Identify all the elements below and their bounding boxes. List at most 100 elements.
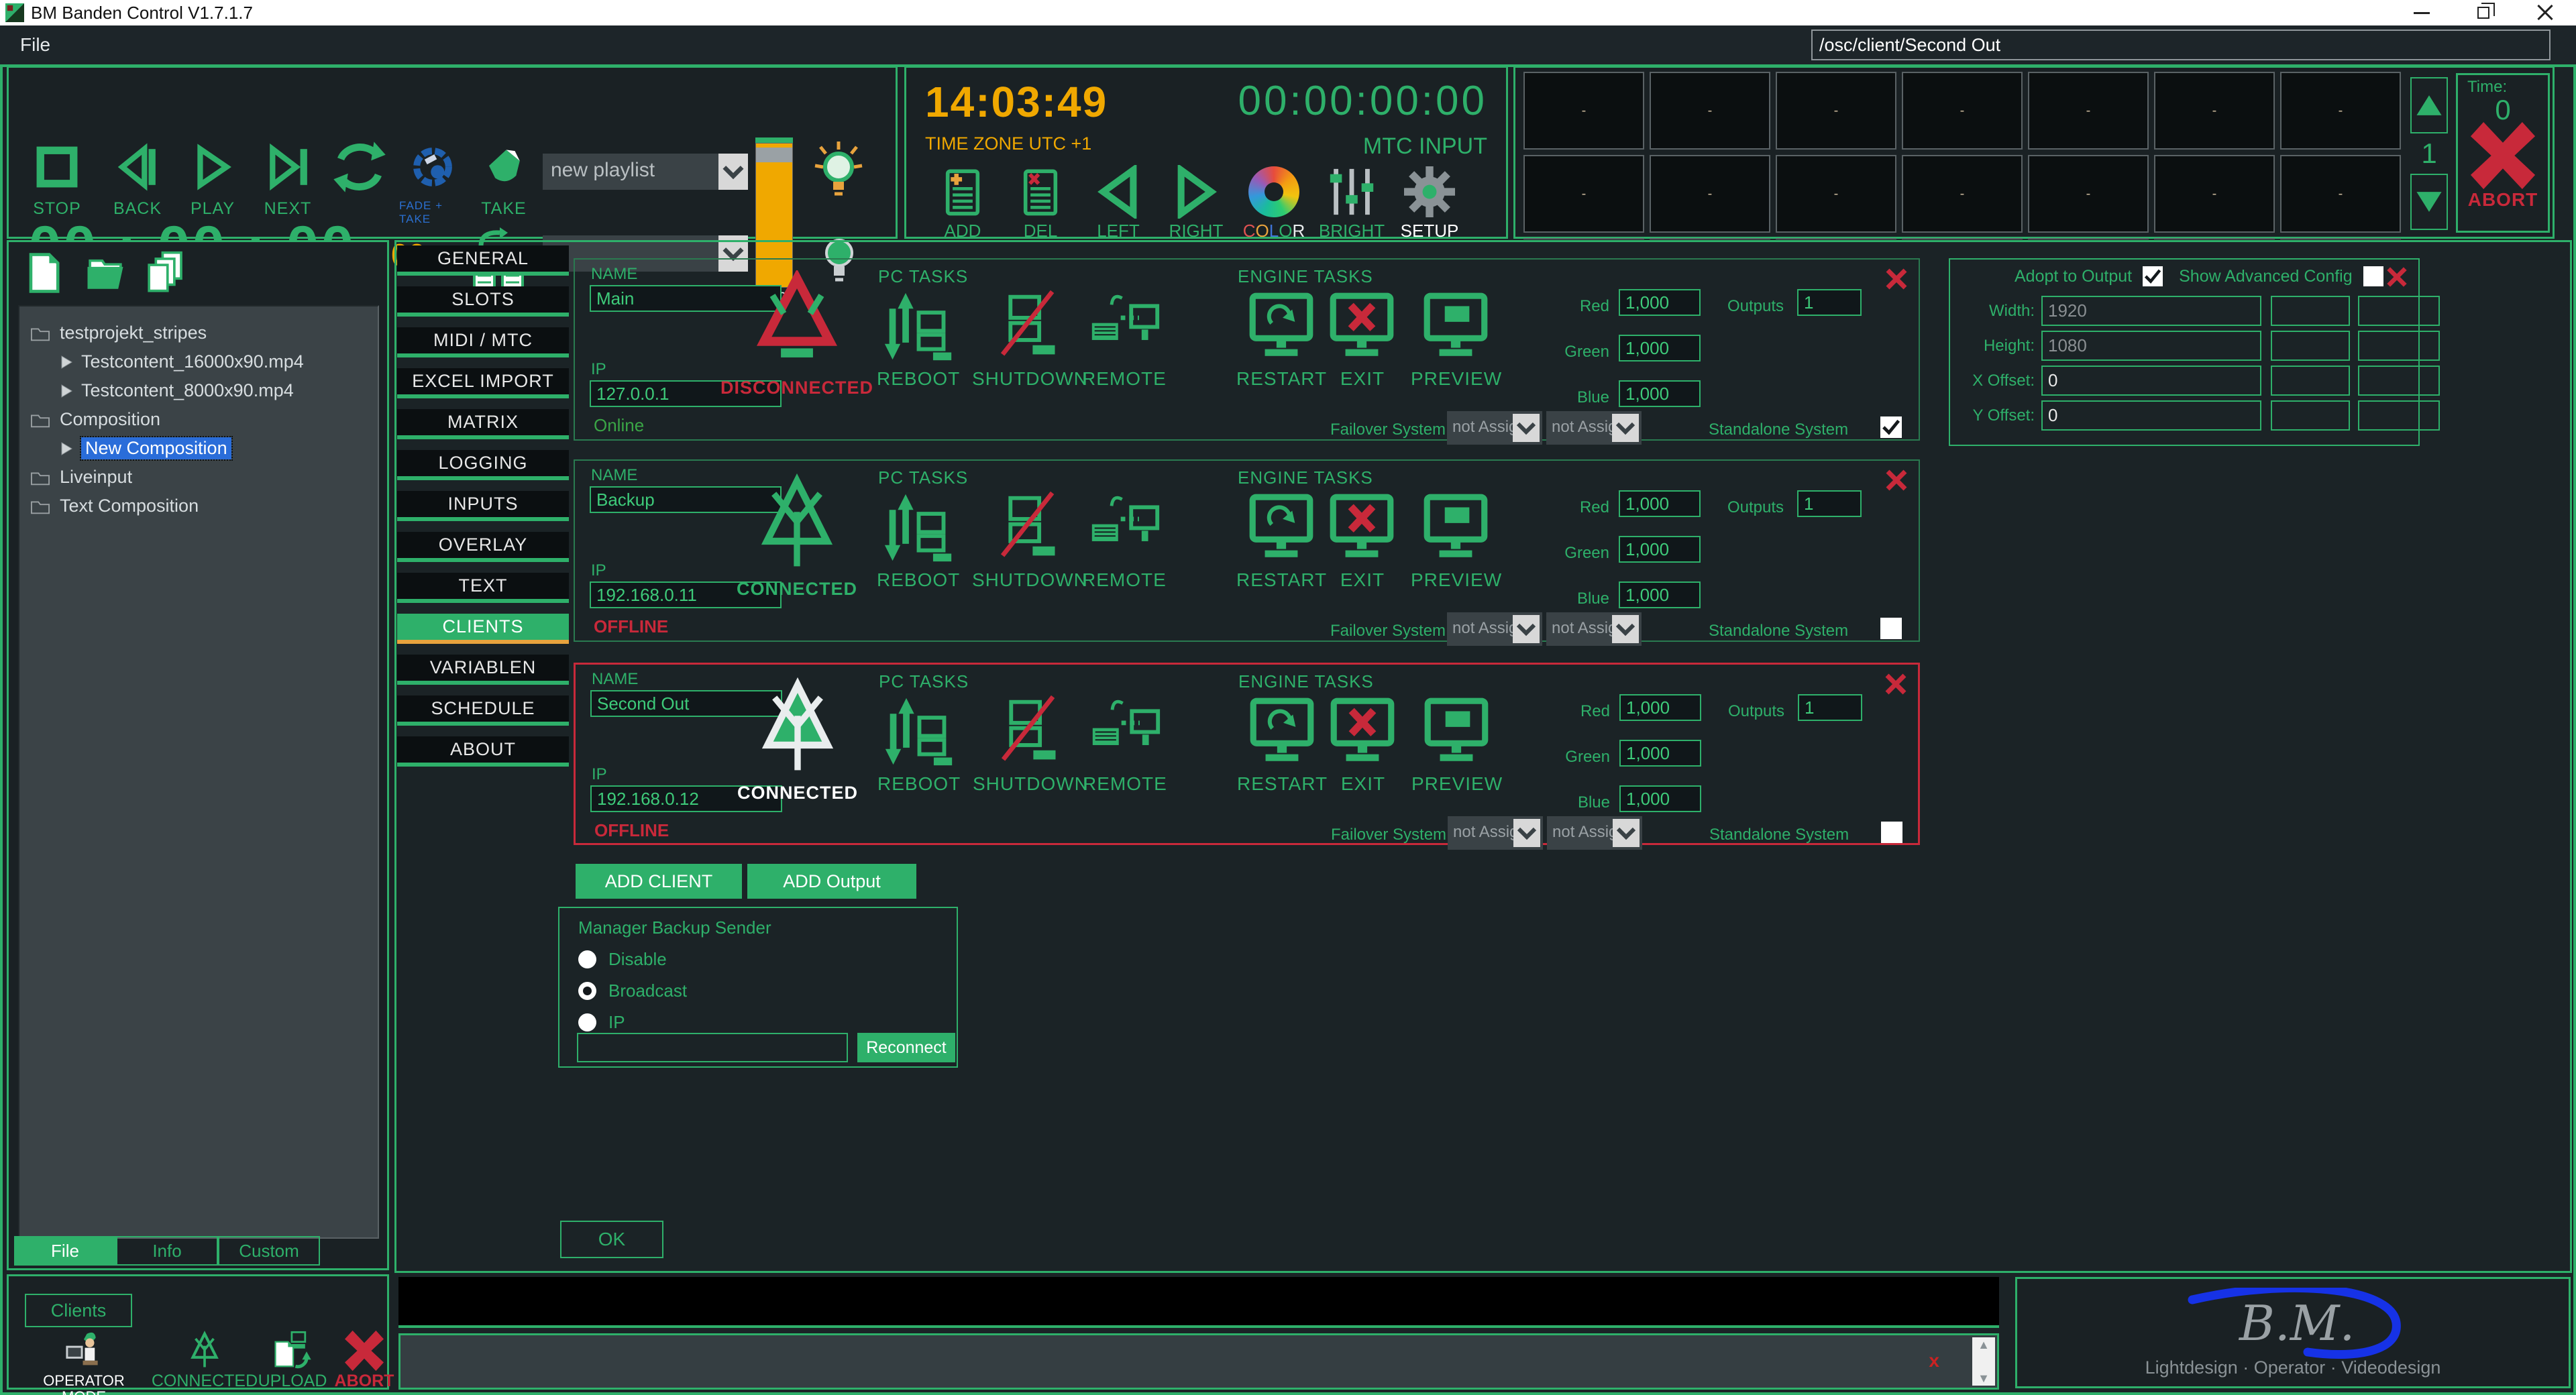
failover-select-2[interactable]: not Assigned: [1547, 816, 1642, 850]
tree-item[interactable]: Testcontent_8000x90.mp4: [19, 376, 378, 405]
play-button[interactable]: PLAY: [180, 140, 245, 219]
tree-item[interactable]: Composition: [19, 405, 378, 434]
del-button[interactable]: DEL: [1002, 163, 1079, 241]
connection-button[interactable]: CONNECTED: [726, 471, 868, 600]
tree-arrow-icon[interactable]: [58, 441, 74, 457]
page-up-button[interactable]: [2410, 77, 2448, 133]
adopt-checkbox[interactable]: [2143, 266, 2163, 286]
config-extra-input[interactable]: [2358, 331, 2440, 361]
blue-input[interactable]: 1,000: [1619, 581, 1701, 608]
tab-info[interactable]: Info: [116, 1236, 218, 1266]
shutdown-button[interactable]: SHUTDOWN: [973, 694, 1089, 795]
config-extra-input[interactable]: [2271, 296, 2350, 326]
take-button[interactable]: TAKE: [472, 140, 536, 219]
setup-button[interactable]: SETUP: [1391, 163, 1468, 241]
config-input[interactable]: 1920: [2041, 296, 2261, 326]
right-button[interactable]: RIGHT: [1157, 163, 1235, 241]
bulb-on-icon[interactable]: [812, 139, 865, 207]
slot-cell[interactable]: -: [1776, 155, 1896, 233]
nav-about[interactable]: ABOUT: [397, 736, 569, 767]
standalone-checkbox[interactable]: [1881, 822, 1902, 843]
connected-button[interactable]: CONNECTED: [158, 1330, 252, 1389]
config-extra-input[interactable]: [2358, 366, 2440, 396]
tab-file[interactable]: File: [14, 1236, 116, 1266]
remove-client-icon[interactable]: [1883, 671, 1909, 697]
restart-button[interactable]: RESTART: [1237, 694, 1328, 795]
open-folder-icon[interactable]: [84, 250, 127, 296]
slot-cell[interactable]: -: [1902, 72, 2023, 150]
nav-clients[interactable]: CLIENTS: [397, 614, 569, 644]
slot-cell[interactable]: -: [1776, 72, 1896, 150]
shutdown-button[interactable]: SHUTDOWN: [972, 490, 1088, 591]
slot-cell[interactable]: -: [1650, 72, 1770, 150]
config-input[interactable]: 0: [2041, 400, 2261, 431]
log-close-icon[interactable]: x: [1929, 1350, 1939, 1372]
failover-select-1[interactable]: not Assigned: [1447, 612, 1542, 646]
scroll-up-icon[interactable]: ▲: [1978, 1340, 1990, 1349]
red-input[interactable]: 1,000: [1619, 289, 1701, 316]
tab-custom[interactable]: Custom: [218, 1236, 320, 1266]
tree-item[interactable]: Liveinput: [19, 463, 378, 492]
nav-excel-import[interactable]: EXCEL IMPORT: [397, 368, 569, 398]
tree-item[interactable]: New Composition: [19, 434, 378, 463]
osc-path-field[interactable]: /osc/client/Second Out: [1811, 30, 2551, 60]
standalone-checkbox[interactable]: [1880, 618, 1902, 639]
slot-cell[interactable]: -: [1902, 155, 2023, 233]
slot-cell[interactable]: -: [1523, 155, 1644, 233]
radio-ip[interactable]: IP: [578, 1012, 957, 1033]
stop-button[interactable]: STOP: [26, 140, 88, 219]
remove-client-icon[interactable]: [1884, 266, 1909, 292]
add-output-button[interactable]: ADD Output: [747, 864, 916, 899]
tree-item[interactable]: Text Composition: [19, 492, 378, 520]
slot-cell[interactable]: -: [2028, 72, 2149, 150]
upload-button[interactable]: UPLOAD: [256, 1330, 329, 1389]
exit-button[interactable]: EXIT: [1325, 490, 1400, 591]
minimize-button[interactable]: [2391, 0, 2453, 25]
next-button[interactable]: NEXT: [254, 140, 321, 219]
config-extra-input[interactable]: [2271, 366, 2350, 396]
remote-button[interactable]: REMOTE: [1083, 694, 1167, 795]
failover-select-1[interactable]: not Assigned: [1448, 816, 1543, 850]
nav-midi-mtc[interactable]: MIDI / MTC: [397, 327, 569, 357]
outputs-input[interactable]: 1: [1797, 490, 1862, 517]
clients-mode-button[interactable]: Clients: [25, 1294, 132, 1327]
restart-button[interactable]: RESTART: [1236, 289, 1327, 390]
maximize-button[interactable]: [2453, 0, 2514, 25]
slot-cell[interactable]: -: [2154, 72, 2275, 150]
add-button[interactable]: ADD: [924, 163, 1002, 241]
slot-cell[interactable]: -: [1902, 238, 2023, 239]
slot-cell[interactable]: -: [2028, 155, 2149, 233]
config-extra-input[interactable]: [2358, 400, 2440, 431]
color-button[interactable]: COLOR: [1235, 163, 1313, 241]
slot-cell[interactable]: -: [2280, 155, 2401, 233]
connection-button[interactable]: DISCONNECTED: [726, 270, 868, 398]
menu-file[interactable]: File: [20, 25, 50, 64]
slot-cell[interactable]: -: [1523, 72, 1644, 150]
remote-button[interactable]: REMOTE: [1082, 490, 1167, 591]
config-input[interactable]: 0: [2041, 366, 2261, 396]
close-button[interactable]: [2514, 0, 2576, 25]
exit-button[interactable]: EXIT: [1326, 694, 1401, 795]
slot-cell[interactable]: -: [2280, 72, 2401, 150]
remove-client-icon[interactable]: [1884, 467, 1909, 493]
nav-overlay[interactable]: OVERLAY: [397, 532, 569, 562]
tree-arrow-icon[interactable]: [58, 383, 74, 399]
bright-button[interactable]: BRIGHT: [1313, 163, 1391, 241]
operator-button[interactable]: OPERATOR MODE: [44, 1330, 124, 1395]
slot-cell[interactable]: -: [2154, 238, 2275, 239]
radio-broadcast[interactable]: Broadcast: [578, 981, 957, 1001]
back-button[interactable]: BACK: [104, 140, 171, 219]
reconnect-button[interactable]: Reconnect: [857, 1033, 955, 1062]
left-button[interactable]: LEFT: [1079, 163, 1157, 241]
tree-item[interactable]: Testcontent_16000x90.mp4: [19, 347, 378, 376]
slot-cell[interactable]: -: [2028, 238, 2149, 239]
tree-arrow-icon[interactable]: [58, 354, 74, 370]
blue-input[interactable]: 1,000: [1619, 785, 1701, 812]
green-input[interactable]: 1,000: [1619, 536, 1701, 563]
nav-text[interactable]: TEXT: [397, 573, 569, 603]
config-extra-input[interactable]: [2358, 296, 2440, 326]
nav-slots[interactable]: SLOTS: [397, 286, 569, 317]
remote-button[interactable]: REMOTE: [1082, 289, 1167, 390]
preview-button[interactable]: PREVIEW: [1411, 694, 1503, 795]
slot-cell[interactable]: -: [2154, 155, 2275, 233]
